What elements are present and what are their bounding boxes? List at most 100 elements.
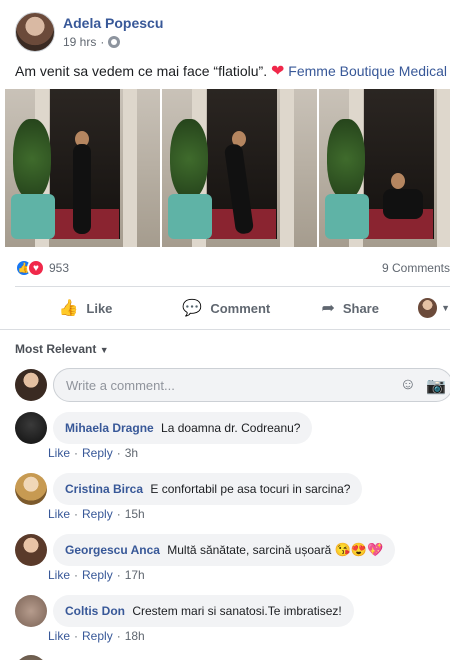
comment-actions: Like · Reply · 3h: [48, 446, 138, 460]
heart-icon: ❤: [271, 63, 285, 80]
separator: ·: [116, 568, 121, 582]
commenter-avatar[interactable]: [15, 595, 47, 627]
page-link[interactable]: Femme Boutique Medical: [288, 63, 447, 79]
speech-bubble-icon: 💬: [182, 300, 203, 317]
photo-column: [123, 89, 137, 247]
separator: ·: [116, 507, 121, 521]
comment-time[interactable]: 15h: [125, 507, 145, 521]
like-label: Like: [86, 300, 113, 316]
commenter-avatar[interactable]: [15, 473, 47, 505]
separator: ·: [74, 507, 79, 521]
divider: [15, 286, 450, 287]
comment-time[interactable]: 18h: [125, 629, 145, 643]
comment-time[interactable]: 3h: [125, 446, 138, 460]
commenter-avatar[interactable]: [15, 655, 47, 660]
comment-like-link[interactable]: Like: [48, 629, 70, 643]
photo-person: [383, 189, 423, 219]
comment-emoji: 😘😍💖: [334, 542, 384, 557]
share-arrow-icon: ➦: [321, 300, 335, 317]
comment-time[interactable]: 17h: [125, 568, 145, 582]
comment-input-icons: ☺ 📷: [400, 376, 446, 396]
photo-3[interactable]: [319, 89, 450, 247]
comment-author[interactable]: Mihaela Dragne: [65, 421, 154, 435]
photo-pot: [11, 194, 55, 239]
comment-text: Multă sănătate, sarcină ușoară: [167, 543, 332, 557]
reaction-count[interactable]: 953: [49, 261, 69, 275]
comment-like-link[interactable]: Like: [48, 507, 70, 521]
photo-column: [280, 89, 294, 247]
photo-2[interactable]: [162, 89, 317, 247]
sort-label: Most Relevant: [15, 342, 97, 356]
comment-reply-link[interactable]: Reply: [82, 568, 113, 582]
action-bar: 👍 Like 💬 Comment ➦ Share ▼: [15, 291, 450, 325]
share-button[interactable]: ➦ Share: [297, 291, 404, 325]
separator: ·: [116, 629, 121, 643]
share-label: Share: [342, 300, 379, 316]
comment-author[interactable]: Cristina Birca: [65, 482, 143, 496]
author-name[interactable]: Adela Popescu: [63, 14, 163, 32]
photo-person: [73, 144, 91, 234]
comment-item: Mihaela Dragne La doamna dr. Codreanu?: [15, 412, 313, 444]
separator: ·: [74, 568, 79, 582]
comment-reply-link[interactable]: Reply: [82, 629, 113, 643]
commenter-avatar[interactable]: [15, 412, 47, 444]
comment-actions: Like · Reply · 17h: [48, 568, 145, 582]
post-time[interactable]: 19 hrs: [63, 35, 96, 49]
photo-plant: [170, 119, 208, 199]
photo-pot: [325, 194, 369, 239]
comment-like-link[interactable]: Like: [48, 568, 70, 582]
reactions-summary: 👍 ♥ 953 9 Comments: [15, 258, 450, 278]
comment-text: Crestem mari si sanatosi.Te imbratisez!: [132, 604, 342, 618]
comment-author[interactable]: Coltis Don: [65, 604, 125, 618]
comment-like-link[interactable]: Like: [48, 446, 70, 460]
comment-sort-dropdown[interactable]: Most Relevant ▼: [15, 342, 109, 356]
separator: ·: [74, 629, 79, 643]
author-block: Adela Popescu 19 hrs ·: [63, 12, 163, 49]
thumbs-up-icon: 👍: [58, 300, 79, 317]
photo-grid: [5, 89, 450, 247]
comment-bubble: Georgescu Anca Multă sănătate, sarcină u…: [53, 534, 396, 566]
photo-pot: [168, 194, 212, 239]
photo-plant: [327, 119, 365, 199]
emoji-icon[interactable]: ☺: [400, 376, 416, 396]
photo-1[interactable]: [5, 89, 160, 247]
separator: ·: [74, 446, 79, 460]
comments-section: Most Relevant ▼ Write a comment... ☺ 📷 M…: [0, 329, 450, 660]
photo-person-head: [391, 173, 405, 189]
write-comment-row: Write a comment... ☺ 📷: [15, 368, 450, 402]
comment-input[interactable]: Write a comment... ☺ 📷: [53, 368, 450, 402]
comment-reply-link[interactable]: Reply: [82, 446, 113, 460]
comment-bubble: Coltis Don Crestem mari si sanatosi.Te i…: [53, 595, 354, 627]
comment-bubble: Mihaela Dragne La doamna dr. Codreanu?: [53, 412, 313, 444]
comment-placeholder: Write a comment...: [66, 377, 175, 393]
comment-item: Coltis Don Crestem mari si sanatosi.Te i…: [15, 595, 354, 627]
author-avatar[interactable]: [15, 12, 55, 52]
comment-bubble: Cristina Birca E confortabil pe asa tocu…: [53, 473, 363, 505]
comment-actions: Like · Reply · 18h: [48, 629, 145, 643]
comment-reply-link[interactable]: Reply: [82, 507, 113, 521]
post-meta: 19 hrs ·: [63, 35, 163, 49]
post-header: Adela Popescu 19 hrs ·: [15, 12, 163, 52]
photo-column: [437, 89, 450, 247]
commenter-avatar[interactable]: [15, 534, 47, 566]
post-text: Am venit sa vedem ce mai face “flatiolu”…: [15, 62, 450, 81]
comment-item: Georgescu Anca Multă sănătate, sarcină u…: [15, 534, 396, 566]
profile-picker-avatar[interactable]: [417, 298, 438, 318]
comment-button[interactable]: 💬 Comment: [156, 291, 297, 325]
like-button[interactable]: 👍 Like: [15, 291, 156, 325]
comment-count[interactable]: 9 Comments: [382, 261, 450, 275]
comment-label: Comment: [210, 300, 271, 316]
camera-icon[interactable]: 📷: [426, 376, 446, 396]
globe-icon[interactable]: [108, 36, 121, 48]
post-body: Am venit sa vedem ce mai face “flatiolu”…: [15, 63, 268, 79]
comment-actions: Like · Reply · 15h: [48, 507, 145, 521]
viewer-avatar: [15, 369, 47, 401]
separator: ·: [116, 446, 121, 460]
love-reaction-icon[interactable]: ♥: [27, 259, 45, 277]
caret-down-icon[interactable]: ▼: [441, 303, 450, 313]
comment-author[interactable]: Georgescu Anca: [65, 543, 160, 557]
meta-separator: ·: [100, 35, 105, 49]
chevron-down-icon: ▼: [99, 345, 109, 355]
comment-text: E confortabil pe asa tocuri in sarcina?: [150, 482, 351, 496]
photo-plant: [13, 119, 51, 199]
